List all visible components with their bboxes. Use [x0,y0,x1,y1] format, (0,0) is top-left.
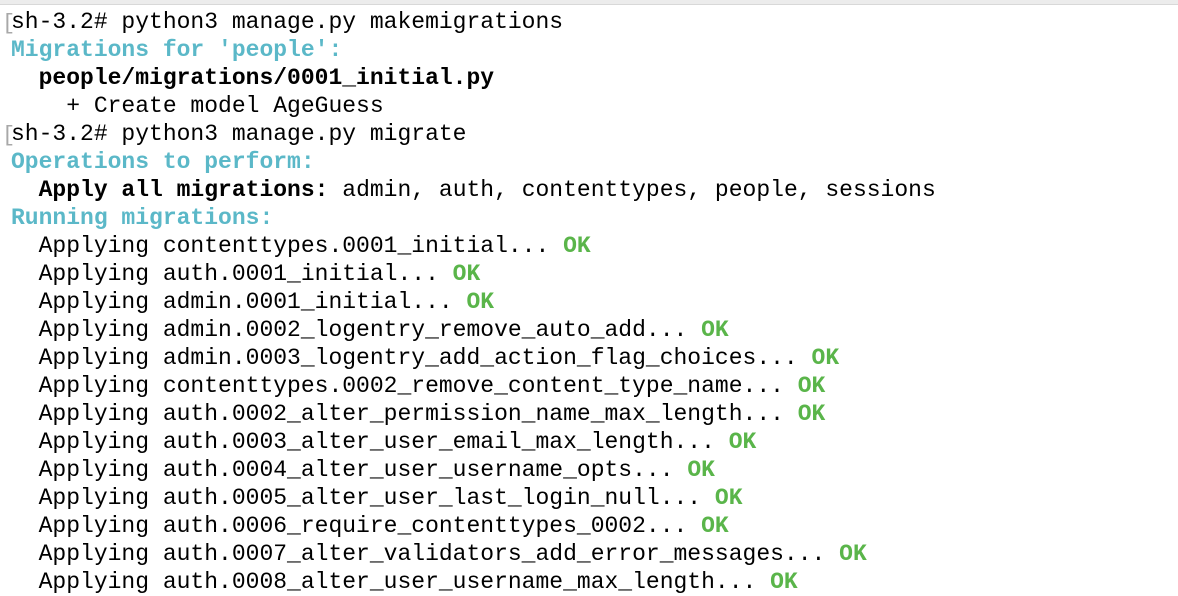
terminal-text: Applying auth.0001_initial... [11,261,453,287]
prompt-line: [sh-3.2# python3 manage.py makemigration… [2,8,936,36]
output-line: Applying auth.0004_alter_user_username_o… [11,456,936,484]
terminal-text: Applying auth.0008_alter_user_username_m… [11,569,771,595]
status-ok: OK [770,569,798,595]
terminal-text: Applying auth.0005_alter_user_last_login… [11,485,715,511]
terminal-text: Applying admin.0002_logentry_remove_auto… [11,317,702,343]
section-heading: Migrations for 'people': [11,37,343,63]
output-line: Applying auth.0007_alter_validators_add_… [11,540,936,568]
status-ok: OK [728,429,757,455]
window-top-edge [0,0,1178,5]
prompt-line: [sh-3.2# python3 manage.py migrate [2,120,936,148]
terminal-text: Applying auth.0002_alter_permission_name… [11,401,798,427]
output-line: Applying contenttypes.0002_remove_conten… [11,372,936,400]
terminal-text: Applying auth.0003_alter_user_email_max_… [11,429,729,455]
terminal-text: Applying admin.0003_logentry_add_action_… [11,345,812,371]
status-ok: OK [839,541,867,567]
terminal-text: Apply all migrations: [38,177,329,203]
status-ok: OK [701,317,729,343]
terminal-text: admin, auth, contenttypes, people, sessi… [328,177,936,203]
output-line: people/migrations/0001_initial.py [11,64,936,92]
output-line: Applying admin.0001_initial... OK [11,288,936,316]
output-line: Migrations for 'people': [11,36,936,64]
terminal-text: Applying admin.0001_initial... [11,289,467,315]
output-line: Applying auth.0008_alter_user_username_m… [11,568,936,596]
terminal-text: Applying contenttypes.0002_remove_conten… [11,373,798,399]
terminal-text: Applying auth.0006_require_contenttypes_… [11,513,702,539]
status-ok: OK [701,513,729,539]
output-line: Applying admin.0002_logentry_remove_auto… [11,316,936,344]
terminal-text: Applying auth.0004_alter_user_username_o… [11,457,688,483]
section-heading: Operations to perform: [11,149,315,175]
output-line: Applying auth.0002_alter_permission_name… [11,400,936,428]
status-ok: OK [563,233,591,259]
status-ok: OK [797,373,826,399]
terminal-text: people/migrations/0001_initial.py [38,65,495,91]
status-ok: OK [452,261,481,287]
status-ok: OK [797,401,826,427]
prompt-mark-icon: [ [2,123,16,148]
output-line: + Create model AgeGuess [11,92,936,120]
output-line: Applying admin.0003_logentry_add_action_… [11,344,936,372]
prompt-mark-icon: [ [2,11,16,36]
output-line: Running migrations: [11,204,936,232]
status-ok: OK [466,289,495,315]
status-ok: OK [714,485,743,511]
output-line: Applying auth.0001_initial... OK [11,260,936,288]
output-line: Applying auth.0006_require_contenttypes_… [11,512,936,540]
output-line: Operations to perform: [11,148,936,176]
output-line: Applying contenttypes.0001_initial... OK [11,232,936,260]
output-line: Applying auth.0005_alter_user_last_login… [11,484,936,512]
terminal-text: sh-3.2# python3 manage.py migrate [11,121,467,147]
output-line: Apply all migrations: admin, auth, conte… [11,176,936,204]
terminal-text: + Create model AgeGuess [11,93,384,119]
status-ok: OK [687,457,715,483]
status-ok: OK [811,345,840,371]
terminal-text: Applying contenttypes.0001_initial... [11,233,564,259]
terminal-text: sh-3.2# python3 manage.py makemigrations [11,9,564,35]
terminal-output[interactable]: [sh-3.2# python3 manage.py makemigration… [2,8,936,596]
terminal-text: Applying auth.0007_alter_validators_add_… [11,541,840,567]
output-line: Applying auth.0003_alter_user_email_max_… [11,428,936,456]
section-heading: Running migrations: [11,205,274,231]
